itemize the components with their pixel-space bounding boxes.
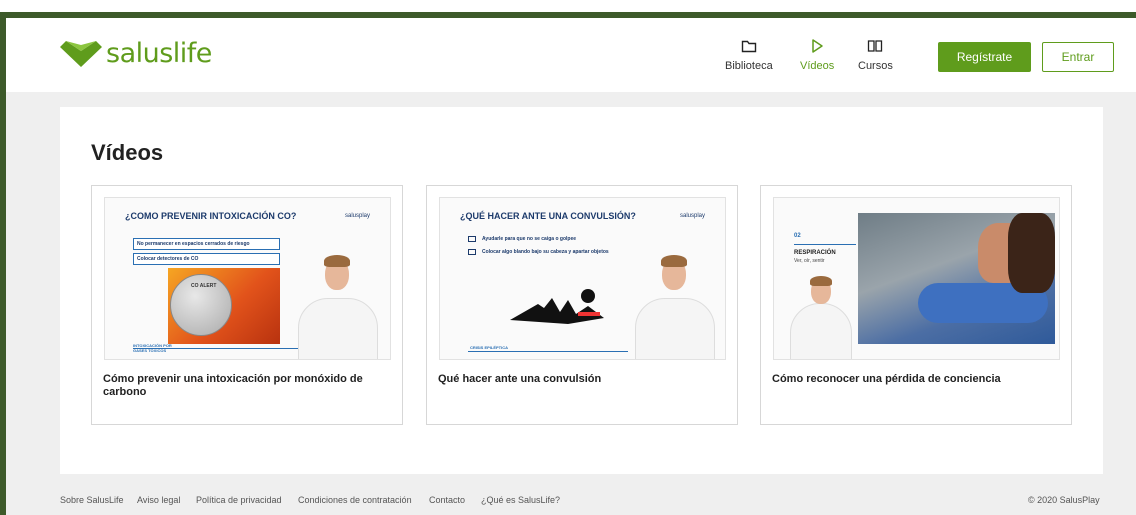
- footer-link-condiciones[interactable]: Condiciones de contratación: [298, 495, 412, 505]
- copyright: © 2020 SalusPlay: [1028, 495, 1100, 505]
- slide-title: ¿QUÉ HACER ANTE UNA CONVULSIÓN?: [460, 211, 636, 221]
- nav-cursos[interactable]: Cursos: [858, 38, 893, 72]
- divider: [468, 351, 628, 352]
- salusplay-logo: salusplay: [344, 213, 370, 219]
- footer-link-contacto[interactable]: Contacto: [429, 495, 465, 505]
- footer-link-privacidad[interactable]: Política de privacidad: [196, 495, 282, 505]
- video-card-co[interactable]: ¿COMO PREVENIR INTOXICACIÓN CO? saluspla…: [91, 185, 403, 425]
- login-button[interactable]: Entrar: [1042, 42, 1114, 72]
- slide-footer-tag: INTOXICACIÓN POR GASES TÓXICOS: [133, 343, 172, 353]
- video-card-conciencia[interactable]: 02 RESPIRACIÓN Ver, oír, sentir Cómo rec…: [760, 185, 1072, 425]
- video-title[interactable]: Cómo prevenir una intoxicación por monóx…: [103, 373, 388, 399]
- photo-hair: [1008, 213, 1055, 293]
- logo-text: saluslife: [106, 38, 212, 69]
- slide-bullet: No permanecer en espacios cerrados de ri…: [133, 238, 280, 250]
- video-card-convulsion[interactable]: ¿QUÉ HACER ANTE UNA CONVULSIÓN? saluspla…: [426, 185, 738, 425]
- slide-footer-tag: CRISIS EPILÉPTICA: [470, 345, 509, 350]
- slide-bullet: Colocar detectores de CO: [133, 253, 280, 265]
- slide-bullet: Colocar algo blando bajo su cabeza y apa…: [482, 249, 609, 255]
- video-thumbnail[interactable]: ¿COMO PREVENIR INTOXICACIÓN CO? saluspla…: [104, 197, 391, 360]
- nav-videos-label: Vídeos: [800, 60, 835, 72]
- footer-link-que-es[interactable]: ¿Qué es SalusLife?: [481, 495, 560, 505]
- logo[interactable]: saluslife: [58, 38, 212, 69]
- folder-icon: [741, 40, 757, 53]
- app-frame: saluslife Biblioteca Vídeos Cursos Regís…: [0, 12, 1136, 515]
- register-button[interactable]: Regístrate: [938, 42, 1031, 72]
- fire-image: CO ALERT: [168, 268, 280, 344]
- video-thumbnail[interactable]: ¿QUÉ HACER ANTE UNA CONVULSIÓN? saluspla…: [439, 197, 726, 360]
- nav-cursos-label: Cursos: [858, 60, 893, 72]
- salusplay-logo: salusplay: [679, 213, 705, 219]
- site-header: saluslife Biblioteca Vídeos Cursos Regís…: [6, 18, 1136, 92]
- nav-biblioteca[interactable]: Biblioteca: [725, 38, 773, 72]
- videos-panel: Vídeos ¿COMO PREVENIR INTOXICACIÓN CO? s…: [60, 107, 1103, 474]
- slide-heading: RESPIRACIÓN: [794, 250, 836, 256]
- page-title: Vídeos: [91, 140, 164, 165]
- step-number: 02: [794, 233, 801, 239]
- nav-biblioteca-label: Biblioteca: [725, 60, 773, 72]
- folder-icon: [468, 236, 476, 242]
- video-title[interactable]: Cómo reconocer una pérdida de conciencia: [772, 373, 1057, 386]
- nav-videos[interactable]: Vídeos: [800, 38, 834, 72]
- slide-title: ¿COMO PREVENIR INTOXICACIÓN CO?: [125, 211, 297, 221]
- divider: [794, 244, 856, 245]
- convulsion-illustration: [510, 289, 604, 324]
- slide-bullet: Ayudarle para que no se caiga o golpee: [482, 236, 577, 242]
- play-icon: [812, 39, 823, 53]
- footer-link-sobre[interactable]: Sobre SalusLife: [60, 495, 124, 505]
- book-icon: [868, 40, 883, 52]
- detector-label: CO ALERT: [191, 283, 217, 289]
- folder-icon: [468, 249, 476, 255]
- footer-link-aviso-legal[interactable]: Aviso legal: [137, 495, 180, 505]
- rescuer-photo: [858, 213, 1055, 344]
- co-detector-icon: CO ALERT: [170, 274, 232, 336]
- video-title[interactable]: Qué hacer ante una convulsión: [438, 373, 723, 386]
- video-thumbnail[interactable]: 02 RESPIRACIÓN Ver, oír, sentir: [773, 197, 1060, 360]
- slide-subheading: Ver, oír, sentir: [794, 258, 825, 264]
- logo-heart-icon: [60, 40, 102, 67]
